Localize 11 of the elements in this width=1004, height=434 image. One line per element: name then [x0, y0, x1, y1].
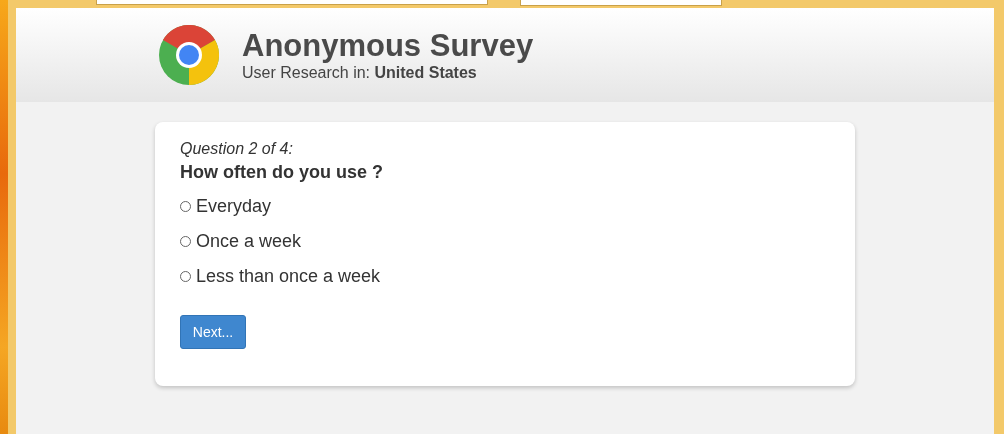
option-label[interactable]: Less than once a week	[196, 266, 381, 287]
chrome-logo-icon	[159, 25, 219, 85]
question-counter: Question 2 of 4:	[180, 140, 293, 158]
address-bar[interactable]	[96, 0, 488, 5]
browser-tab[interactable]	[520, 0, 722, 6]
survey-subtitle: User Research in: United States	[242, 64, 478, 82]
survey-title: Anonymous Survey	[242, 28, 534, 64]
next-button[interactable]: Next...	[180, 315, 246, 349]
option-label[interactable]: Everyday	[196, 196, 272, 217]
option-label[interactable]: Once a week	[196, 231, 302, 252]
question-text: How often do you use ?	[180, 162, 383, 183]
